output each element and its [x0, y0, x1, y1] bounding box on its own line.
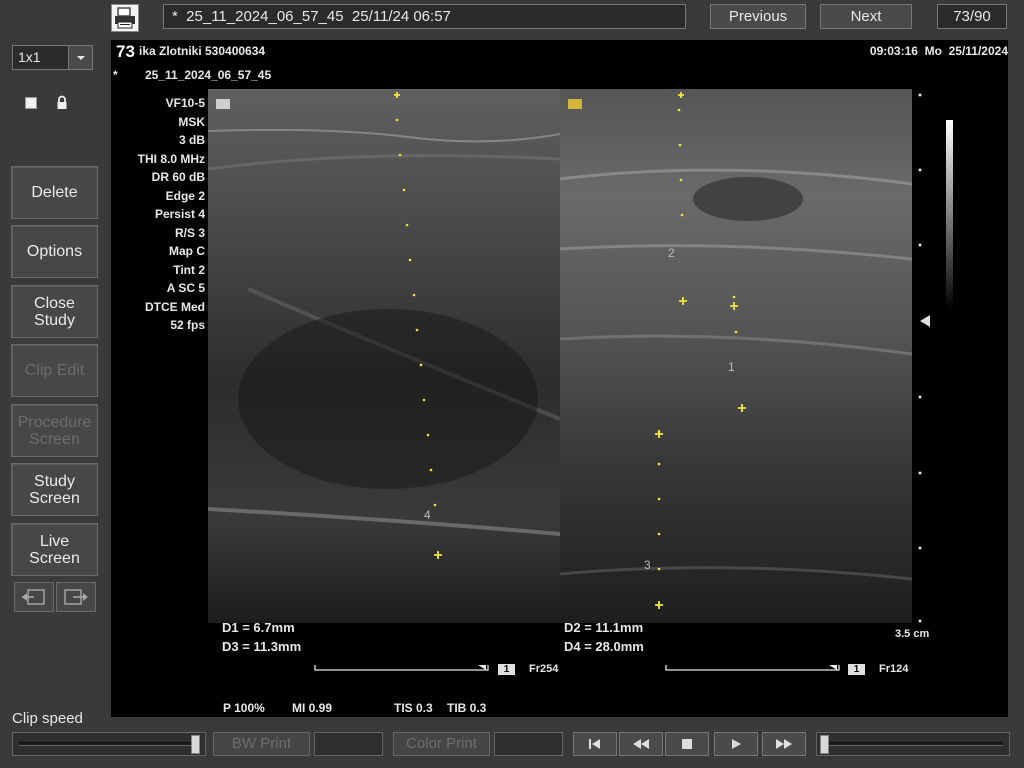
- left-image-tag: 1: [498, 664, 515, 675]
- select-checkbox[interactable]: [25, 97, 37, 109]
- param-rs: R/S 3: [174, 225, 205, 240]
- clip-speed-slider[interactable]: [12, 732, 206, 756]
- measurement-d2: D2 = 11.1mm: [564, 620, 644, 635]
- skip-to-start-button[interactable]: [573, 732, 617, 756]
- next-button[interactable]: Next: [820, 4, 912, 29]
- param-preset: MSK: [178, 114, 205, 129]
- study-title-field: * 25_11_2024_06_57_45 25/11/24 06:57: [163, 4, 686, 29]
- right-image-tag: 1: [848, 664, 865, 675]
- color-print-button[interactable]: Color Print: [393, 732, 490, 756]
- right-frame-count: Fr124: [879, 663, 909, 675]
- chevron-down-icon[interactable]: [68, 46, 92, 69]
- import-icon[interactable]: [14, 582, 54, 612]
- thermal-index-bone: TIB 0.3: [447, 701, 487, 715]
- rewind-button[interactable]: [619, 732, 663, 756]
- param-gain: 3 dB: [178, 133, 205, 147]
- param-probe: VF10-5: [165, 96, 205, 110]
- param-dtce: DTCE Med: [145, 299, 205, 314]
- param-map: Map C: [169, 244, 205, 258]
- exam-time: 09:03:16 Mo 25/11/2024: [869, 44, 1008, 58]
- skip-start-icon: [589, 739, 600, 749]
- patient-info: ika Zlotniki 530400634: [139, 44, 266, 58]
- fast-forward-icon: [776, 739, 792, 749]
- study-id: 25_11_2024_06_57_45: [145, 68, 272, 82]
- stop-button[interactable]: [665, 732, 709, 756]
- right-cine-bar[interactable]: [665, 664, 840, 676]
- bw-print-count: [314, 732, 383, 756]
- left-orientation-marker: [216, 99, 230, 109]
- mechanical-index: MI 0.99: [292, 701, 333, 715]
- measurement-d4: D4 = 28.0mm: [564, 639, 644, 654]
- grayscale-bar: [946, 120, 953, 310]
- clip-edit-button[interactable]: Clip Edit: [11, 344, 98, 397]
- options-button[interactable]: Options: [11, 225, 98, 278]
- measurement-d1: D1 = 6.7mm: [222, 620, 295, 635]
- playback-track: [823, 742, 1003, 746]
- param-dynamic-range: DR 60 dB: [151, 170, 205, 184]
- lock-icon[interactable]: [55, 95, 69, 111]
- rewind-icon: [633, 739, 649, 749]
- export-icon[interactable]: [56, 582, 96, 612]
- playback-thumb[interactable]: [820, 735, 829, 754]
- study-marker: *: [113, 68, 118, 82]
- layout-value: 1x1: [18, 49, 41, 65]
- param-fps: 52 fps: [170, 318, 205, 332]
- param-edge: Edge 2: [165, 188, 205, 203]
- play-button[interactable]: [714, 732, 758, 756]
- frame-number: 73: [114, 42, 137, 62]
- play-icon: [732, 739, 741, 749]
- procedure-screen-button[interactable]: Procedure Screen: [11, 404, 98, 457]
- caliper-label-4: 4: [424, 508, 431, 522]
- stop-icon: [682, 739, 692, 749]
- thermal-index-soft: TIS 0.3: [394, 701, 433, 715]
- clip-speed-label: Clip speed: [12, 710, 83, 727]
- study-screen-button[interactable]: Study Screen: [11, 463, 98, 516]
- bw-print-button[interactable]: BW Print: [213, 732, 310, 756]
- delete-button[interactable]: Delete: [11, 166, 98, 219]
- measurement-d3: D3 = 11.3mm: [222, 639, 302, 654]
- live-screen-button[interactable]: Live Screen: [11, 523, 98, 576]
- fast-forward-button[interactable]: [762, 732, 806, 756]
- clip-speed-thumb[interactable]: [190, 735, 200, 754]
- previous-button[interactable]: Previous: [710, 4, 806, 29]
- caliper-label-1: 1: [728, 360, 735, 374]
- playback-slider[interactable]: [816, 732, 1010, 756]
- ultrasound-images: [208, 89, 953, 623]
- param-persist: Persist 4: [154, 207, 205, 221]
- ultrasound-review-app: * 25_11_2024_06_57_45 25/11/24 06:57 Pre…: [0, 0, 1024, 768]
- close-study-button[interactable]: Close Study: [11, 285, 98, 338]
- imaging-parameters: VF10-5 MSK 3 dB THI 8.0 MHz DR 60 dB Edg…: [111, 94, 205, 335]
- image-counter: 73/90: [937, 4, 1007, 29]
- clip-speed-track: [19, 742, 199, 746]
- param-frequency: THI 8.0 MHz: [137, 151, 205, 166]
- acoustic-power: P 100%: [223, 701, 265, 715]
- depth-label: 3.5 cm: [895, 628, 930, 640]
- layout-select[interactable]: 1x1: [12, 45, 93, 70]
- caliper-label-2: 2: [668, 246, 675, 260]
- left-cine-bar[interactable]: [314, 664, 489, 676]
- color-print-count: [494, 732, 563, 756]
- right-orientation-marker: [568, 99, 582, 109]
- left-frame-count: Fr254: [529, 663, 559, 675]
- printer-icon[interactable]: [111, 4, 139, 32]
- caliper-label-3: 3: [644, 558, 651, 572]
- image-viewer[interactable]: 73 ika Zlotniki 530400634 09:03:16 Mo 25…: [111, 40, 1008, 717]
- param-asc: A SC 5: [166, 281, 205, 295]
- param-tint: Tint 2: [173, 262, 205, 277]
